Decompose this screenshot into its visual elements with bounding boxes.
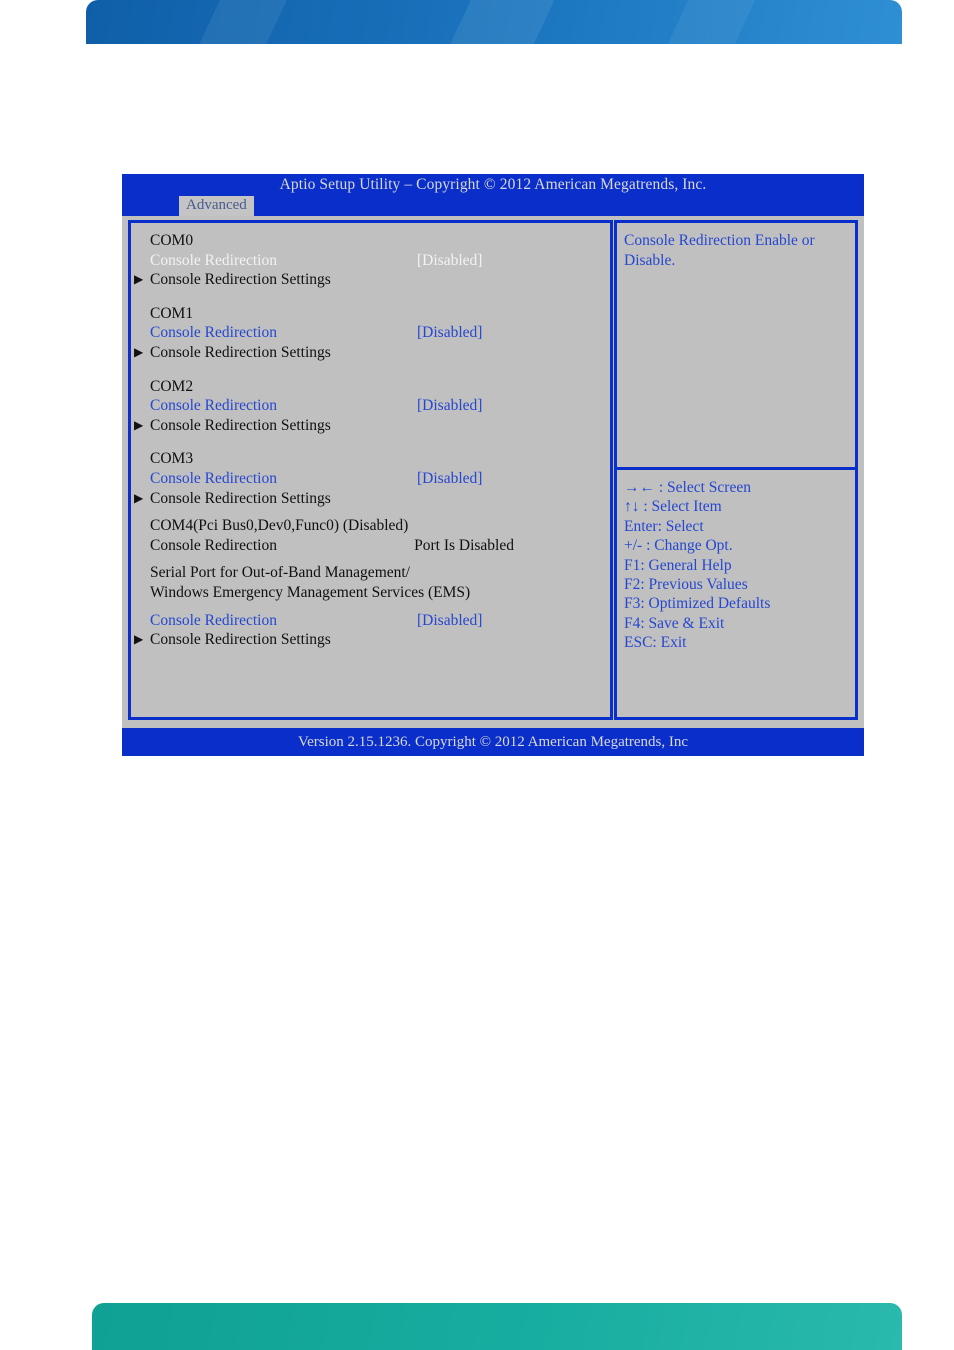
row-value[interactable]: [Disabled] <box>417 611 482 631</box>
key-enter-select: Enter: Select <box>624 517 704 535</box>
bios-titlebar: Aptio Setup Utility – Copyright © 2012 A… <box>122 174 864 216</box>
row-console-redirection-com3[interactable]: Console Redirection [Disabled] <box>131 469 610 489</box>
row-label: Console Redirection <box>150 397 277 415</box>
row-spacer <box>131 603 610 611</box>
group-com0: COM0 Console Redirection [Disabled] ▶ Co… <box>131 231 610 290</box>
bios-setup-window: Aptio Setup Utility – Copyright © 2012 A… <box>122 174 864 766</box>
row-label: Console Redirection <box>150 324 277 342</box>
group-header-label: COM3 <box>150 450 194 468</box>
group-header-row: COM3 <box>131 449 610 469</box>
row-label: Console Redirection <box>150 251 277 269</box>
page-bottom-banner <box>92 1303 902 1350</box>
row-value[interactable]: [Disabled] <box>417 323 482 343</box>
row-label: Console Redirection Settings <box>150 343 331 361</box>
row-console-redirection-settings-com2[interactable]: ▶ Console Redirection Settings <box>131 416 610 436</box>
row-console-redirection-settings-com1[interactable]: ▶ Console Redirection Settings <box>131 343 610 363</box>
page-top-banner <box>86 0 902 44</box>
group-header-label: Serial Port for Out-of-Band Management/ <box>150 564 410 582</box>
row-console-redirection-com0[interactable]: Console Redirection [Disabled] <box>131 251 610 271</box>
row-console-redirection-settings-com3[interactable]: ▶ Console Redirection Settings <box>131 489 610 509</box>
group-header-row: COM2 <box>131 377 610 397</box>
group-header-label-2: Windows Emergency Management Services (E… <box>150 583 471 601</box>
row-value: Port Is Disabled <box>414 536 514 554</box>
side-panel: Console Redirection Enable or Disable. →… <box>614 220 858 720</box>
bios-footer: Version 2.15.1236. Copyright © 2012 Amer… <box>122 728 864 756</box>
key-f4-save-exit: F4: Save & Exit <box>624 614 725 632</box>
settings-list: COM0 Console Redirection [Disabled] ▶ Co… <box>131 223 610 650</box>
key-select-item: ↑↓ : Select Item <box>624 498 722 516</box>
group-header-label: COM1 <box>150 304 194 322</box>
group-com1: COM1 Console Redirection [Disabled] ▶ Co… <box>131 304 610 363</box>
help-text-line-1: Console Redirection Enable or <box>624 232 815 249</box>
group-header-label: COM2 <box>150 377 194 395</box>
row-console-redirection-com4: Console Redirection Port Is Disabled <box>131 536 610 556</box>
submenu-arrow-icon: ▶ <box>134 344 144 359</box>
group-header-row: COM4(Pci Bus0,Dev0,Func0) (Disabled) <box>131 516 610 536</box>
row-label: Console Redirection Settings <box>150 416 331 434</box>
key-esc-exit: ESC: Exit <box>624 634 687 652</box>
row-label: Console Redirection Settings <box>150 271 331 289</box>
tab-advanced[interactable]: Advanced <box>179 196 254 216</box>
row-label: Console Redirection <box>150 469 277 487</box>
bios-body: COM0 Console Redirection [Disabled] ▶ Co… <box>122 216 864 728</box>
submenu-arrow-icon: ▶ <box>134 632 144 647</box>
row-console-redirection-settings-ems[interactable]: ▶ Console Redirection Settings <box>131 630 610 650</box>
help-text-line-2: Disable. <box>624 251 676 269</box>
row-label: Console Redirection <box>150 611 277 629</box>
bios-title: Aptio Setup Utility – Copyright © 2012 A… <box>279 176 707 193</box>
row-value[interactable]: [Disabled] <box>417 396 482 416</box>
key-select-screen: →← : Select Screen <box>624 479 751 496</box>
row-value[interactable]: [Disabled] <box>417 469 482 489</box>
submenu-arrow-icon: ▶ <box>134 272 144 287</box>
row-label: Console Redirection <box>150 536 277 554</box>
settings-panel: COM0 Console Redirection [Disabled] ▶ Co… <box>128 220 613 720</box>
group-ems: Serial Port for Out-of-Band Management/ … <box>131 563 610 649</box>
submenu-arrow-icon: ▶ <box>134 417 144 432</box>
group-header-row: COM0 <box>131 231 610 251</box>
row-label: Console Redirection Settings <box>150 631 331 649</box>
key-f3-optimized-defaults: F3: Optimized Defaults <box>624 595 771 613</box>
key-f2-previous-values: F2: Previous Values <box>624 576 748 594</box>
help-box: Console Redirection Enable or Disable. <box>617 223 855 470</box>
row-console-redirection-settings-com0[interactable]: ▶ Console Redirection Settings <box>131 270 610 290</box>
group-header-row: Serial Port for Out-of-Band Management/ <box>131 563 610 583</box>
group-com2: COM2 Console Redirection [Disabled] ▶ Co… <box>131 377 610 436</box>
key-f1-general-help: F1: General Help <box>624 556 732 574</box>
group-header-row-2: Windows Emergency Management Services (E… <box>131 583 610 603</box>
group-header-row: COM1 <box>131 304 610 324</box>
row-console-redirection-ems[interactable]: Console Redirection [Disabled] <box>131 611 610 631</box>
key-legend: →← : Select Screen ↑↓ : Select Item Ente… <box>617 470 855 653</box>
row-label: Console Redirection Settings <box>150 489 331 507</box>
group-com3: COM3 Console Redirection [Disabled] ▶ Co… <box>131 449 610 508</box>
key-change-opt: +/- : Change Opt. <box>624 537 733 555</box>
group-header-label: COM0 <box>150 232 194 249</box>
row-value[interactable]: [Disabled] <box>417 251 482 271</box>
submenu-arrow-icon: ▶ <box>134 490 144 505</box>
row-console-redirection-com1[interactable]: Console Redirection [Disabled] <box>131 323 610 343</box>
group-header-label: COM4(Pci Bus0,Dev0,Func0) (Disabled) <box>150 517 409 535</box>
group-com4: COM4(Pci Bus0,Dev0,Func0) (Disabled) Con… <box>131 516 610 555</box>
row-console-redirection-com2[interactable]: Console Redirection [Disabled] <box>131 396 610 416</box>
